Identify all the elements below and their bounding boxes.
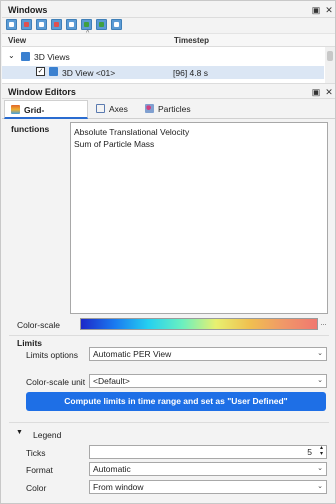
new-window-button[interactable] xyxy=(81,19,92,30)
tab-axes[interactable]: Axes xyxy=(90,100,138,119)
views-folder-icon xyxy=(21,52,30,61)
divider xyxy=(9,422,329,423)
list-item[interactable]: Sum of Particle Mass xyxy=(74,139,154,149)
chevron-down-icon[interactable]: ⌄ xyxy=(8,51,15,60)
ticks-value: 5 xyxy=(307,447,312,457)
color-label: Color xyxy=(26,483,47,493)
new-plot-button[interactable] xyxy=(36,19,47,30)
tree-header: View Timestep ^ xyxy=(2,30,335,47)
limits-options-select[interactable]: Automatic PER View ⌄ xyxy=(89,347,327,361)
legend-color-select[interactable]: From window ⌄ xyxy=(89,480,327,494)
color-scale-unit-select[interactable]: <Default> ⌄ xyxy=(89,374,327,388)
select-value: <Default> xyxy=(93,376,130,386)
color-scale-unit-label: Color-scale unit xyxy=(26,377,86,387)
tree-timestep: [96] 4.8 s xyxy=(173,68,208,78)
chevron-down-icon: ⌄ xyxy=(317,483,323,490)
format-label: Format xyxy=(26,465,53,475)
tree-row-3d-views[interactable]: ⌄ 3D Views xyxy=(2,51,324,64)
3d-view-icon xyxy=(49,67,58,76)
grid-functions-list[interactable]: Absolute Translational Velocity Sum of P… xyxy=(70,122,328,314)
ticks-stepper[interactable]: 5 ▴ ▾ xyxy=(89,445,327,459)
axes-icon xyxy=(96,104,105,113)
tab-particles[interactable]: Particles xyxy=(139,100,201,119)
float-icon[interactable]: ▣ xyxy=(310,4,322,16)
float-icon[interactable]: ▣ xyxy=(310,86,322,98)
sort-chevron-icon: ^ xyxy=(86,30,90,37)
editors-panel-header: Window Editors ▣ ✕ xyxy=(2,83,335,99)
windows-panel-title: Windows xyxy=(8,5,48,15)
editors-panel-title: Window Editors xyxy=(8,87,76,97)
windows-panel-header: Windows ▣ ✕ xyxy=(2,2,335,18)
color-scale-label: Color-scale xyxy=(17,320,60,330)
column-view[interactable]: View xyxy=(8,36,26,45)
duplicate-button[interactable] xyxy=(111,19,122,30)
new-chart-button[interactable] xyxy=(51,19,62,30)
ticks-label: Ticks xyxy=(26,448,46,458)
close-icon[interactable]: ✕ xyxy=(323,4,335,16)
export-button[interactable] xyxy=(96,19,107,30)
new-2d-view-button[interactable] xyxy=(21,19,32,30)
collapse-triangle-icon[interactable]: ▼ xyxy=(16,429,23,436)
tab-label: Particles xyxy=(158,104,191,114)
spin-arrows-icon[interactable]: ▴ ▾ xyxy=(320,445,323,457)
particles-icon xyxy=(145,104,154,113)
windows-tree: ⌄ 3D Views ✓ 3D View <01> [96] 4.8 s xyxy=(2,47,335,83)
tab-label: Axes xyxy=(109,104,128,114)
divider xyxy=(9,335,329,336)
new-table-button[interactable] xyxy=(66,19,77,30)
close-icon[interactable]: ✕ xyxy=(323,86,335,98)
limits-options-label: Limits options xyxy=(26,350,78,360)
select-value: Automatic xyxy=(93,464,131,474)
select-value: From window xyxy=(93,482,144,492)
windows-toolbar xyxy=(2,18,335,33)
tree-label: 3D Views xyxy=(34,52,70,62)
tree-row-3d-view-01[interactable]: ✓ 3D View <01> [96] 4.8 s xyxy=(2,66,324,79)
tree-scrollbar[interactable] xyxy=(325,47,335,83)
visibility-checkbox[interactable]: ✓ xyxy=(36,67,45,76)
chevron-down-icon: ⌄ xyxy=(317,465,323,472)
tab-grid-functions[interactable]: Grid-functions xyxy=(4,100,88,134)
grid-functions-icon xyxy=(11,105,20,114)
select-value: Automatic PER View xyxy=(93,349,172,359)
tree-label: 3D View <01> xyxy=(62,68,116,78)
column-timestep[interactable]: Timestep xyxy=(174,36,209,45)
limits-title: Limits xyxy=(17,338,43,348)
format-select[interactable]: Automatic ⌄ xyxy=(89,462,327,476)
list-item[interactable]: Absolute Translational Velocity xyxy=(74,127,189,137)
app-window: Windows ▣ ✕ View Timestep ^ ⌄ 3D Views ✓… xyxy=(0,0,336,504)
color-scale-edit-button[interactable]: ... xyxy=(319,319,328,330)
color-scale-bar[interactable] xyxy=(80,318,318,330)
chevron-down-icon: ⌄ xyxy=(317,350,323,357)
editor-tabs: Grid-functions Axes Particles xyxy=(2,100,335,134)
new-3d-view-button[interactable] xyxy=(6,19,17,30)
chevron-down-icon: ⌄ xyxy=(317,377,323,384)
compute-limits-button[interactable]: Compute limits in time range and set as … xyxy=(26,392,326,411)
legend-title[interactable]: Legend xyxy=(33,430,61,440)
